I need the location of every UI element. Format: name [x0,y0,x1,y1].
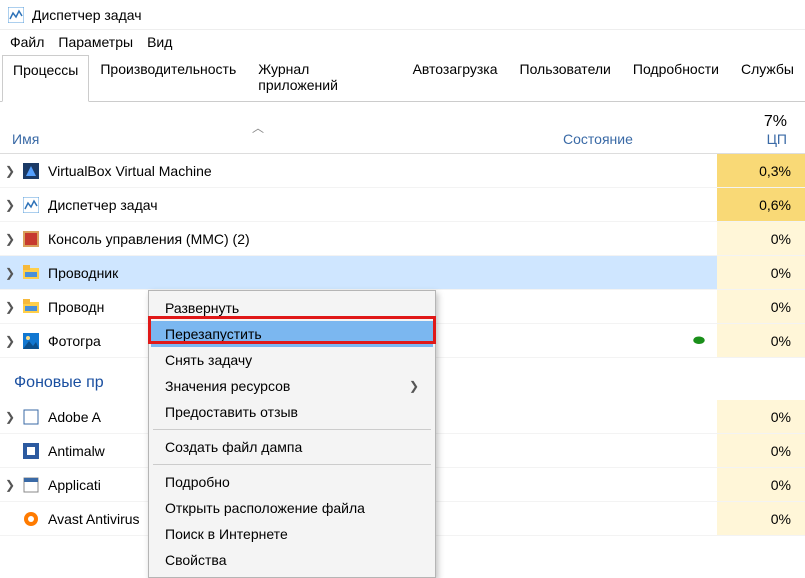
table-row[interactable]: ❯ Диспетчер задач 0,6% [0,188,805,222]
table-row[interactable]: ❯ VirtualBox Virtual Machine 0,3% [0,154,805,188]
chevron-right-icon: ❯ [409,379,419,393]
chevron-right-icon[interactable]: ❯ [0,198,20,212]
process-name: Проводн [48,299,104,315]
explorer-icon [22,264,40,282]
menu-item-open-location[interactable]: Открыть расположение файла [151,495,433,521]
process-cpu: 0% [717,502,805,535]
avast-icon [22,510,40,528]
tab-services[interactable]: Службы [730,54,805,101]
menu-item-label: Создать файл дампа [165,439,302,455]
menu-item-label: Предоставить отзыв [165,404,298,420]
process-name: Adobe A [48,409,101,425]
cpu-total-value: 7% [764,113,787,131]
menu-item-label: Значения ресурсов [165,378,290,394]
menubar: Файл Параметры Вид [0,30,805,54]
app-frame-icon [22,476,40,494]
menu-item-create-dump[interactable]: Создать файл дампа [151,434,433,460]
process-name: Antimalw [48,443,105,459]
process-cpu: 0% [717,256,805,289]
column-headers: ︿ Имя Состояние 7% ЦП [0,102,805,154]
menu-item-restart[interactable]: Перезапустить [151,321,433,347]
mmc-icon [22,230,40,248]
process-name: Проводник [48,265,118,281]
process-cpu: 0% [717,400,805,433]
menu-item-end-task[interactable]: Снять задачу [151,347,433,373]
menu-separator [153,464,431,465]
menu-item-label: Развернуть [165,300,239,316]
cpu-label: ЦП [767,131,787,147]
col-header-name[interactable]: ︿ Имя [12,131,563,147]
chevron-right-icon[interactable]: ❯ [0,300,20,314]
tab-processes[interactable]: Процессы [2,55,89,102]
chevron-right-icon[interactable]: ❯ [0,266,20,280]
virtualbox-icon [22,162,40,180]
taskmgr-icon [22,196,40,214]
chevron-right-icon[interactable]: ❯ [0,232,20,246]
menu-item-details[interactable]: Подробно [151,469,433,495]
menu-item-search-online[interactable]: Поиск в Интернете [151,521,433,547]
tab-details[interactable]: Подробности [622,54,730,101]
process-cpu: 0,6% [717,188,805,221]
menu-item-label: Открыть расположение файла [165,500,365,516]
menu-item-label: Поиск в Интернете [165,526,288,542]
tab-users[interactable]: Пользователи [509,54,622,101]
process-name: Avast Antivirus [48,511,140,527]
process-cpu: 0% [717,290,805,323]
chevron-right-icon[interactable]: ❯ [0,334,20,348]
menu-item-resource-values[interactable]: Значения ресурсов ❯ [151,373,433,399]
menu-item-label: Свойства [165,552,226,568]
menu-item-expand[interactable]: Развернуть [151,295,433,321]
table-row[interactable]: ❯ Проводник 0% [0,256,805,290]
col-header-state[interactable]: Состояние [563,131,713,147]
process-name: VirtualBox Virtual Machine [48,163,212,179]
tab-performance[interactable]: Производительность [89,54,247,101]
process-cpu: 0% [717,434,805,467]
menu-item-label: Подробно [165,474,230,490]
process-cpu: 0% [717,468,805,501]
tab-app-history[interactable]: Журнал приложений [247,54,401,101]
process-name: Фотогра [48,333,101,349]
chevron-right-icon[interactable]: ❯ [0,410,20,424]
explorer-icon [22,298,40,316]
process-name: Applicati [48,477,101,493]
leaf-icon: ⬬ [693,332,705,348]
tabbar: Процессы Производительность Журнал прило… [0,54,805,102]
context-menu: Развернуть Перезапустить Снять задачу Зн… [148,290,436,578]
window-title: Диспетчер задач [32,7,142,23]
process-cpu: 0% [717,222,805,255]
process-name: Консоль управления (MMC) (2) [48,231,250,247]
menu-item-feedback[interactable]: Предоставить отзыв [151,399,433,425]
table-row[interactable]: ❯ Консоль управления (MMC) (2) 0% [0,222,805,256]
menu-item-properties[interactable]: Свойства [151,547,433,573]
col-header-name-label: Имя [12,131,39,147]
process-state: ⬬ [567,332,717,349]
titlebar: Диспетчер задач [0,0,805,30]
menu-options[interactable]: Параметры [58,34,133,50]
menu-view[interactable]: Вид [147,34,172,50]
menu-item-label: Перезапустить [165,326,262,342]
chevron-right-icon[interactable]: ❯ [0,164,20,178]
process-name: Диспетчер задач [48,197,158,213]
chevron-right-icon[interactable]: ❯ [0,478,20,492]
col-header-cpu[interactable]: 7% ЦП [713,113,801,147]
app-icon [8,7,24,23]
photos-icon [22,332,40,350]
process-cpu: 0% [717,324,805,357]
menu-item-label: Снять задачу [165,352,252,368]
adobe-icon [22,408,40,426]
menu-separator [153,429,431,430]
process-cpu: 0,3% [717,154,805,187]
tab-startup[interactable]: Автозагрузка [402,54,509,101]
sort-indicator-icon: ︿ [252,119,264,136]
shield-icon [22,442,40,460]
menu-file[interactable]: Файл [10,34,44,50]
